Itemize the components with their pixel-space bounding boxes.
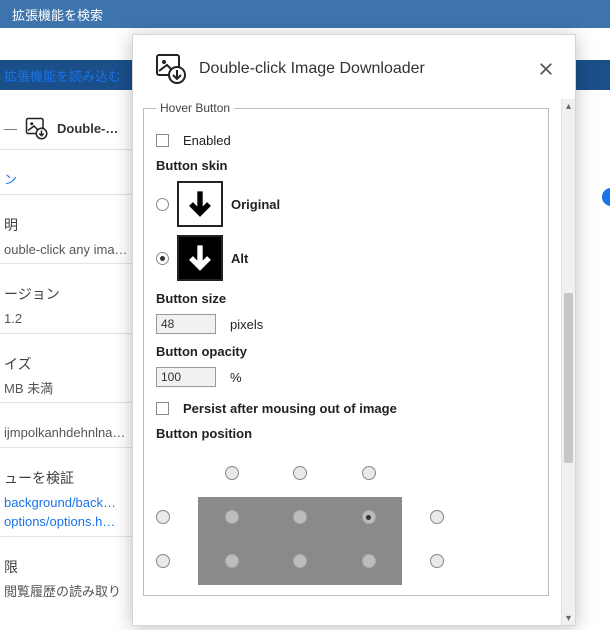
scroll-down-button[interactable]: ▾ [562,611,575,625]
scroll-up-button[interactable]: ▴ [562,99,575,113]
pos-2-2[interactable] [293,554,307,568]
scroll-track[interactable] [562,113,575,611]
size-label: Button size [156,291,536,306]
skin-original-label: Original [231,197,280,212]
pos-2-3[interactable] [362,554,376,568]
opacity-unit: % [230,370,242,385]
pos-1-4[interactable] [430,510,444,524]
modal-icon [155,53,187,85]
pos-1-1[interactable] [225,510,239,524]
persist-label: Persist after mousing out of image [183,401,397,416]
modal-header: Double-click Image Downloader [133,35,575,99]
pos-0-3[interactable] [362,466,376,480]
modal-title: Double-click Image Downloader [199,60,525,78]
pos-2-0[interactable] [156,554,170,568]
toggle-label[interactable]: ン [4,172,17,187]
options-modal: Double-click Image Downloader Hover Butt… [132,34,576,626]
skin-original-radio[interactable] [156,198,169,211]
position-grid [156,451,444,583]
pos-2-4[interactable] [430,554,444,568]
extension-icon [25,117,49,141]
size-unit: pixels [230,317,263,332]
hover-button-fieldset: Hover Button Enabled Button skin Origina… [143,101,549,596]
pos-1-2[interactable] [293,510,307,524]
pos-1-3[interactable] [362,510,376,524]
fieldset-legend: Hover Button [156,101,234,115]
scrollbar[interactable]: ▴ ▾ [561,99,575,625]
enabled-checkbox[interactable] [156,134,169,147]
skin-alt-label: Alt [231,251,248,266]
skin-alt-preview [177,235,223,281]
extension-name: Double-… [57,119,118,139]
toggle-thumb[interactable] [602,188,610,206]
skin-alt-radio[interactable] [156,252,169,265]
opacity-input[interactable] [156,367,216,387]
skin-original-preview [177,181,223,227]
position-label: Button position [156,426,536,441]
enabled-label: Enabled [183,133,231,148]
pos-2-1[interactable] [225,554,239,568]
pos-0-2[interactable] [293,466,307,480]
pos-0-1[interactable] [225,466,239,480]
skin-label: Button skin [156,158,536,173]
size-input[interactable] [156,314,216,334]
opacity-label: Button opacity [156,344,536,359]
scroll-thumb[interactable] [564,293,573,463]
close-button[interactable] [537,60,555,78]
modal-body: Hover Button Enabled Button skin Origina… [133,99,561,625]
persist-checkbox[interactable] [156,402,169,415]
pos-1-0[interactable] [156,510,170,524]
load-extension-link[interactable]: 拡張機能を読み込む [4,66,121,85]
search-bar: 拡張機能を検索 [0,0,610,28]
search-placeholder[interactable]: 拡張機能を検索 [12,5,103,24]
